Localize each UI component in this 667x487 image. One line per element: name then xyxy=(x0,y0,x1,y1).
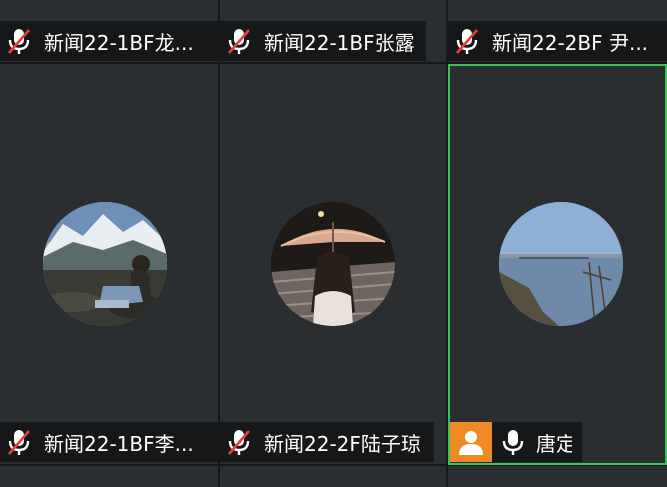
avatar xyxy=(499,202,623,326)
mic-icon xyxy=(502,430,524,455)
participant-tile-top-3[interactable]: 新闻22-2BF 尹... xyxy=(448,0,667,62)
avatar xyxy=(43,202,167,326)
participant-name: 新闻22-2F陆子琼 xyxy=(264,431,421,456)
participant-name: 新闻22-1BF李... xyxy=(44,431,194,456)
participant-tile-lu[interactable] xyxy=(220,64,446,464)
avatar xyxy=(271,202,395,326)
participant-label-host: 唐定 xyxy=(450,422,582,462)
participant-tile-li[interactable] xyxy=(0,64,218,464)
participant-label: 新闻22-1BF李... xyxy=(0,422,218,462)
participant-tile-bottom-2[interactable] xyxy=(220,466,446,487)
participant-name: 新闻22-2BF 尹... xyxy=(492,30,649,55)
participant-name: 唐定 xyxy=(536,431,572,456)
participant-name: 新闻22-1BF龙... xyxy=(44,30,194,55)
host-badge xyxy=(450,422,492,462)
participant-label: 新闻22-1BF张露 xyxy=(220,21,426,61)
mic-muted-icon xyxy=(8,430,30,455)
mic-muted-icon xyxy=(8,29,30,54)
mic-muted-icon xyxy=(456,29,478,54)
mic-muted-icon xyxy=(228,430,250,455)
participant-tile-tang[interactable]: 唐定 xyxy=(448,64,667,465)
participant-tile-top-2[interactable]: 新闻22-1BF张露 xyxy=(220,0,446,62)
participant-name: 新闻22-1BF张露 xyxy=(264,30,415,55)
participant-tile-top-1[interactable]: 新闻22-1BF龙... xyxy=(0,0,218,62)
participant-label: 新闻22-2F陆子琼 xyxy=(220,422,434,462)
mic-muted-icon xyxy=(228,29,250,54)
video-grid: 新闻22-1BF龙... 新闻22-1BF张露 新闻22-2BF 尹... 唐定… xyxy=(0,0,667,487)
participant-tile-bottom-1[interactable] xyxy=(0,466,218,487)
participant-tile-bottom-3[interactable] xyxy=(448,466,667,487)
participant-label: 新闻22-2BF 尹... xyxy=(448,21,667,61)
participant-label: 新闻22-1BF龙... xyxy=(0,21,218,61)
host-person-icon xyxy=(459,431,483,455)
